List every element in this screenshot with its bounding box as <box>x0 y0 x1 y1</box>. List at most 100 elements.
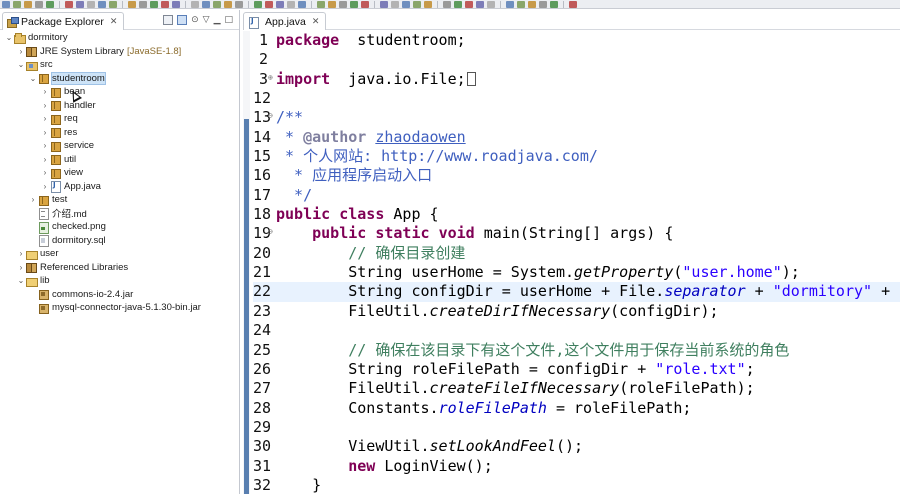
tree-item[interactable]: ⌄ dormitory <box>0 31 239 45</box>
toolbar-task-icon[interactable] <box>109 0 117 8</box>
code-line[interactable]: 27 FileUtil.createFileIfNecessary(roleFi… <box>253 379 900 398</box>
toolbar-history-icon[interactable] <box>254 0 262 8</box>
toolbar-refresh-icon[interactable] <box>161 0 169 8</box>
toolbar-mail-icon[interactable] <box>517 0 525 8</box>
collapse-fold-icon[interactable]: ⊖ <box>268 224 276 239</box>
toolbar-star-icon[interactable] <box>487 0 495 8</box>
collapse-arrow-icon[interactable]: ⌄ <box>28 74 38 83</box>
toolbar-tools-icon[interactable] <box>413 0 421 8</box>
tree-item[interactable]: checked.png <box>0 220 239 234</box>
code-line[interactable]: 18 public class App { <box>253 205 900 224</box>
code-line[interactable]: 13⊖/** <box>253 108 900 127</box>
toolbar-new-icon[interactable] <box>2 0 10 8</box>
toolbar-git-icon[interactable] <box>454 0 462 8</box>
code-line[interactable]: 20 // 确保目录创建 <box>253 244 900 263</box>
toolbar-open-type-icon[interactable] <box>98 0 106 8</box>
tree-item[interactable]: › bean <box>0 85 239 99</box>
toolbar-perspective-icon[interactable] <box>150 0 158 8</box>
code-line[interactable]: 31 new LoginView(); <box>253 457 900 476</box>
toolbar-save-icon[interactable] <box>13 0 21 8</box>
tree-item[interactable]: › user <box>0 247 239 261</box>
view-menu-icon[interactable]: ▽ <box>203 15 210 25</box>
code-line[interactable]: 21 String userHome = System.getProperty(… <box>253 263 900 282</box>
expand-arrow-icon[interactable]: › <box>16 263 26 272</box>
code-line[interactable]: 23 FileUtil.createDirIfNecessary(configD… <box>253 302 900 321</box>
collapse-arrow-icon[interactable]: ⌄ <box>4 33 14 42</box>
tree-item[interactable]: › test <box>0 193 239 207</box>
code-line[interactable]: 32 } <box>253 476 900 494</box>
expand-arrow-icon[interactable]: › <box>16 249 26 258</box>
toolbar-server-icon[interactable] <box>424 0 432 8</box>
toolbar-bug-icon[interactable] <box>213 0 221 8</box>
code-line[interactable]: 30 ViewUtil.setLookAndFeel(); <box>253 437 900 456</box>
tree-item[interactable]: › service <box>0 139 239 153</box>
code-line[interactable]: 29 <box>253 418 900 437</box>
code-line[interactable]: 15 * 个人网站: http://www.roadjava.com/ <box>253 147 900 166</box>
toolbar-print-icon[interactable] <box>35 0 43 8</box>
minimize-icon[interactable]: ▁ <box>214 15 221 25</box>
toolbar-help-icon[interactable] <box>402 0 410 8</box>
expand-arrow-icon[interactable]: › <box>28 195 38 204</box>
code-line[interactable]: 14 * @author zhaodaowen <box>253 128 900 147</box>
folded-region-icon[interactable] <box>466 72 476 87</box>
code-line[interactable]: 25 // 确保在该目录下有这个文件,这个文件用于保存当前系统的角色 <box>253 341 900 360</box>
toolbar-stop-icon[interactable] <box>76 0 84 8</box>
toolbar-save-all-icon[interactable] <box>24 0 32 8</box>
toolbar-flag-icon[interactable] <box>506 0 514 8</box>
toolbar-bookmark-icon[interactable] <box>265 0 273 8</box>
collapse-arrow-icon[interactable]: ⌄ <box>16 60 26 69</box>
tree-item[interactable]: dormitory.sql <box>0 234 239 248</box>
code-area[interactable]: 1 package studentroom; 2 3⊕ import java.io.F… <box>253 31 900 494</box>
collapse-arrow-icon[interactable]: ⌄ <box>16 276 26 285</box>
code-line[interactable]: 24 <box>253 321 900 340</box>
expand-arrow-icon[interactable]: › <box>40 182 50 191</box>
code-line[interactable]: 2 <box>253 50 900 69</box>
toolbar-next-icon[interactable] <box>298 0 306 8</box>
tree-item[interactable]: ⌄ src <box>0 58 239 72</box>
toolbar-link-icon[interactable] <box>191 0 199 8</box>
tree-item[interactable]: › util <box>0 153 239 167</box>
tree-item[interactable]: › view <box>0 166 239 180</box>
toolbar-search-icon[interactable] <box>87 0 95 8</box>
toolbar-open-icon[interactable] <box>361 0 369 8</box>
toolbar-debug-icon[interactable] <box>46 0 54 8</box>
tree-item[interactable]: mysql-connector-java-5.1.30-bin.jar <box>0 301 239 315</box>
expand-arrow-icon[interactable]: › <box>40 155 50 164</box>
toolbar-console-icon[interactable] <box>235 0 243 8</box>
code-line[interactable]: 1 package studentroom; <box>253 31 900 50</box>
toolbar-user-icon[interactable] <box>528 0 536 8</box>
expand-arrow-icon[interactable]: › <box>40 114 50 123</box>
toolbar-sync-icon[interactable] <box>465 0 473 8</box>
toolbar-outline-icon[interactable] <box>391 0 399 8</box>
code-line[interactable]: 22 String configDir = userHome + File.se… <box>253 282 900 302</box>
toolbar-db-icon[interactable] <box>443 0 451 8</box>
editor-tab-app-java[interactable]: App.java ✕ <box>243 12 327 30</box>
toolbar-terminal-icon[interactable] <box>224 0 232 8</box>
toolbar-up-icon[interactable] <box>328 0 336 8</box>
code-line[interactable]: 19⊖ public static void main(String[] arg… <box>253 224 900 243</box>
tree-item[interactable]: › res <box>0 126 239 140</box>
tree-item[interactable]: ⌄ lib <box>0 274 239 288</box>
toolbar-pin-icon[interactable] <box>276 0 284 8</box>
toolbar-down-icon[interactable] <box>339 0 347 8</box>
expand-arrow-icon[interactable]: › <box>16 47 26 56</box>
code-line[interactable]: 16 * 应用程序启动入口 <box>253 166 900 185</box>
tree-item[interactable]: › JRE System Library [JavaSE-1.8] <box>0 45 239 59</box>
code-line[interactable]: 28 Constants.roleFilePath = roleFilePath… <box>253 399 900 418</box>
toolbar-settings-icon[interactable] <box>172 0 180 8</box>
tree-item[interactable]: commons-io-2.4.jar <box>0 288 239 302</box>
link-with-editor-icon[interactable] <box>177 15 188 25</box>
toolbar-filter-icon[interactable] <box>287 0 295 8</box>
code-line[interactable]: 26 String roleFilePath = configDir + "ro… <box>253 360 900 379</box>
code-line[interactable]: 3⊕ import java.io.File; <box>253 70 900 89</box>
expand-arrow-icon[interactable]: › <box>40 128 50 137</box>
expand-arrow-icon[interactable]: › <box>40 101 50 110</box>
toolbar-tag-icon[interactable] <box>569 0 577 8</box>
close-icon[interactable]: ✕ <box>110 16 118 27</box>
code-line[interactable]: 17 */ <box>253 186 900 205</box>
tree-item[interactable]: › Referenced Libraries <box>0 261 239 275</box>
expand-fold-icon[interactable]: ⊕ <box>268 70 276 85</box>
tree-item[interactable]: › req <box>0 112 239 126</box>
expand-arrow-icon[interactable]: › <box>40 168 50 177</box>
focus-icon[interactable]: ⊙ <box>191 15 199 25</box>
